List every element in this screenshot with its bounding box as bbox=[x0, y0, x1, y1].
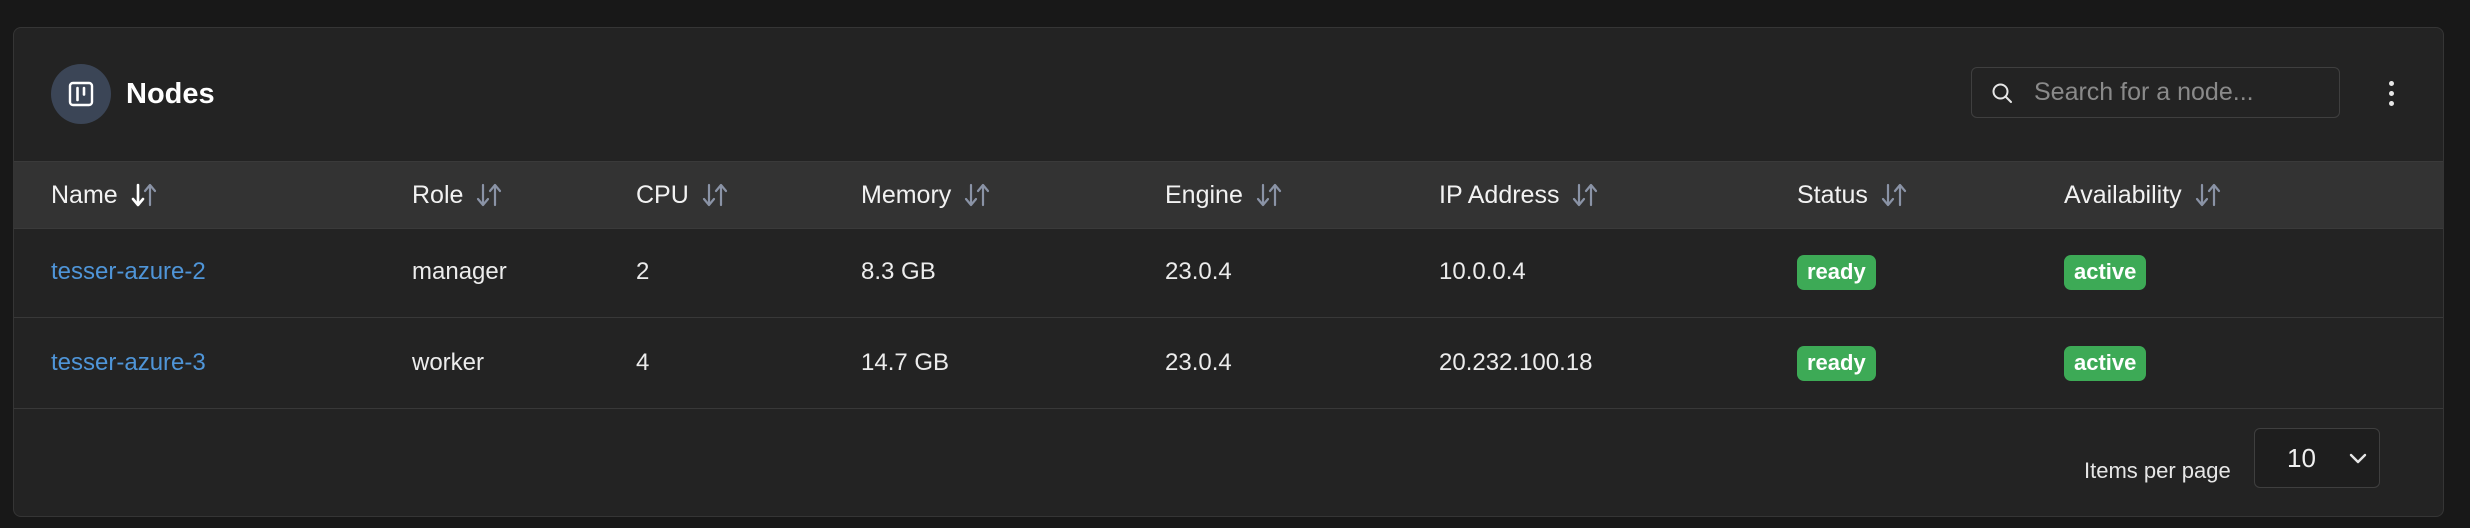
panel-header: Nodes bbox=[14, 28, 2443, 161]
kebab-menu-icon[interactable] bbox=[2379, 77, 2403, 109]
items-per-page-select[interactable]: 10 bbox=[2254, 428, 2380, 488]
column-header-label: Name bbox=[51, 180, 118, 209]
sort-icon bbox=[965, 183, 990, 207]
engine-cell: 23.0.4 bbox=[1165, 258, 1232, 285]
column-header-ip-address[interactable]: IP Address bbox=[1439, 162, 1599, 228]
sort-icon bbox=[702, 183, 727, 207]
availability-badge: active bbox=[2064, 254, 2147, 290]
nodes-panel: Nodes Name Role bbox=[13, 27, 2444, 517]
node-name-cell: tesser-azure-3 bbox=[51, 318, 206, 408]
board-icon bbox=[51, 64, 111, 124]
table-header: Name Role CPU Memory Engine IP Address S… bbox=[14, 161, 2443, 229]
role-cell: manager bbox=[412, 258, 507, 285]
sort-icon bbox=[1256, 183, 1281, 207]
items-per-page-label: Items per page bbox=[2084, 458, 2231, 483]
memory-cell: 8.3 GB bbox=[861, 258, 936, 285]
table-row: tesser-azure-2 manager 2 8.3 GB 23.0.4 1… bbox=[14, 227, 2443, 318]
sort-icon bbox=[1573, 183, 1598, 207]
search-input[interactable] bbox=[2034, 68, 2324, 117]
column-header-label: Role bbox=[412, 180, 464, 209]
status-badge: ready bbox=[1797, 345, 1876, 381]
column-header-label: Memory bbox=[861, 180, 952, 209]
status-badge: ready bbox=[1797, 254, 1876, 290]
availability-cell: active bbox=[2064, 227, 2147, 317]
node-link[interactable]: tesser-azure-2 bbox=[51, 258, 206, 286]
column-header-name[interactable]: Name bbox=[51, 162, 158, 228]
sort-icon bbox=[2195, 183, 2220, 207]
engine-cell: 23.0.4 bbox=[1165, 349, 1232, 376]
page-title: Nodes bbox=[126, 78, 215, 110]
chevron-down-icon bbox=[2349, 453, 2367, 464]
column-header-label: IP Address bbox=[1439, 180, 1560, 209]
availability-badge: active bbox=[2064, 345, 2147, 381]
search-box[interactable] bbox=[1971, 67, 2340, 118]
column-header-role[interactable]: Role bbox=[412, 162, 503, 228]
cpu-cell: 2 bbox=[636, 258, 650, 285]
ip-address-cell: 10.0.0.4 bbox=[1439, 258, 1526, 285]
items-per-page-value: 10 bbox=[2287, 443, 2316, 473]
column-header-cpu[interactable]: CPU bbox=[636, 162, 729, 228]
column-header-label: Engine bbox=[1165, 180, 1243, 209]
memory-cell: 14.7 GB bbox=[861, 349, 950, 376]
ip-address-cell: 20.232.100.18 bbox=[1439, 349, 1593, 376]
column-header-label: CPU bbox=[636, 180, 689, 209]
availability-cell: active bbox=[2064, 318, 2147, 408]
status-cell: ready bbox=[1797, 318, 1876, 408]
column-header-availability[interactable]: Availability bbox=[2064, 162, 2222, 228]
column-header-status[interactable]: Status bbox=[1797, 162, 1908, 228]
column-header-engine[interactable]: Engine bbox=[1165, 162, 1283, 228]
node-name-cell: tesser-azure-2 bbox=[51, 227, 206, 317]
sort-icon bbox=[1881, 183, 1906, 207]
cpu-cell: 4 bbox=[636, 349, 650, 376]
search-icon bbox=[1992, 83, 2012, 103]
node-link[interactable]: tesser-azure-3 bbox=[51, 349, 206, 377]
column-header-memory[interactable]: Memory bbox=[861, 162, 991, 228]
column-header-label: Status bbox=[1797, 180, 1868, 209]
sort-icon bbox=[477, 183, 502, 207]
status-cell: ready bbox=[1797, 227, 1876, 317]
role-cell: worker bbox=[412, 349, 485, 376]
table-row: tesser-azure-3 worker 4 14.7 GB 23.0.4 2… bbox=[14, 318, 2443, 409]
column-header-label: Availability bbox=[2064, 180, 2182, 209]
sort-desc-icon bbox=[131, 183, 156, 207]
